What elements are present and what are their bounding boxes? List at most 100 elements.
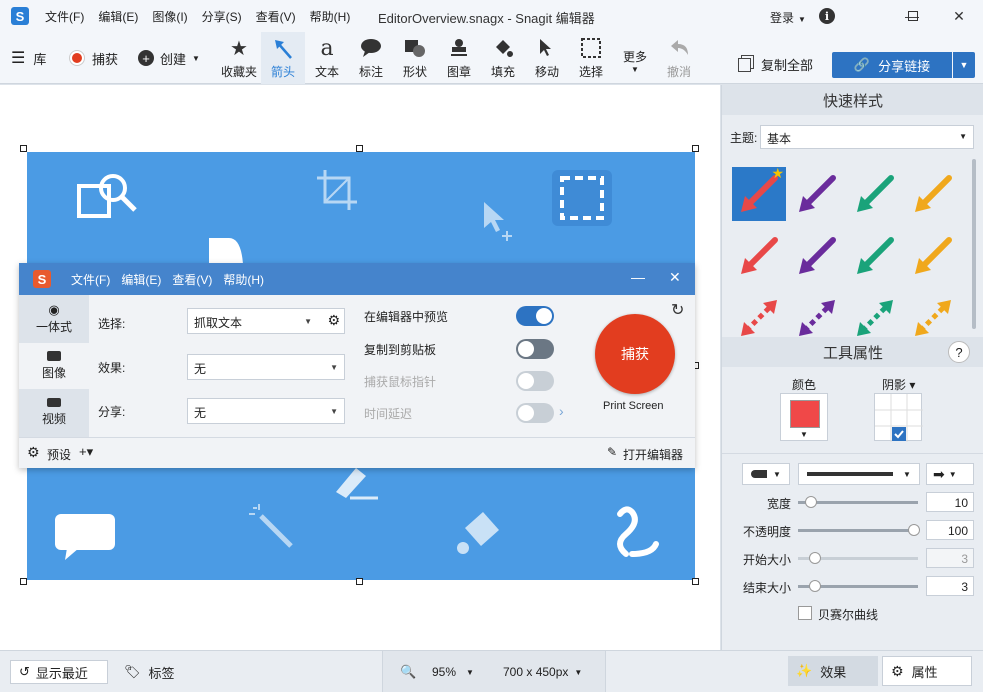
reset-icon[interactable]: ↻ xyxy=(671,300,684,320)
resize-handle[interactable] xyxy=(356,578,363,585)
effects-button[interactable]: ✨ 效果 xyxy=(788,656,878,686)
shadow-picker[interactable] xyxy=(874,393,923,442)
tool-arrow[interactable]: 箭头 xyxy=(261,32,305,84)
title-bar: S 文件(F) 编辑(E) 图像(I) 分享(S) 查看(V) 帮助(H) Ed… xyxy=(0,0,983,32)
resize-handle[interactable] xyxy=(692,145,699,152)
tool-text[interactable]: a 文本 xyxy=(305,32,349,84)
selection-dropdown[interactable]: 抓取文本 ▼ ⚙ xyxy=(187,308,345,334)
fill-icon xyxy=(457,512,499,554)
create-button[interactable]: + 创建 ▼ xyxy=(138,32,200,84)
quick-style-swatch[interactable] xyxy=(790,167,844,221)
quick-style-swatch[interactable] xyxy=(906,167,960,221)
quick-style-swatch[interactable] xyxy=(906,229,960,283)
slider-knob[interactable] xyxy=(804,496,817,508)
resize-handle[interactable] xyxy=(20,145,27,152)
chevron-down-icon: ▼ xyxy=(330,407,338,416)
quick-style-swatch[interactable] xyxy=(848,167,902,221)
capture-button[interactable]: 捕获 xyxy=(595,314,675,394)
arrow-start-dropdown[interactable]: ▼ xyxy=(742,463,790,485)
option-clipboard-label: 复制到剪贴板 xyxy=(364,343,437,357)
tool-favorites[interactable]: ★ 收藏夹 xyxy=(217,32,261,84)
menu-view[interactable]: 查看(V) xyxy=(172,271,212,288)
slider-value-input[interactable]: 3 xyxy=(926,548,974,568)
tool-stamp[interactable]: 图章 xyxy=(437,32,481,84)
share-link-button[interactable]: 🔗 分享链接 xyxy=(832,52,952,78)
slider-value-input[interactable]: 10 xyxy=(926,492,974,512)
scrollbar[interactable] xyxy=(972,159,976,329)
tool-undo[interactable]: 撤消 xyxy=(657,32,701,84)
bezier-checkbox[interactable] xyxy=(798,606,812,620)
zoom-dropdown[interactable]: 95% ▼ xyxy=(432,660,474,684)
menu-edit[interactable]: 编辑(E) xyxy=(121,271,161,288)
open-editor-button[interactable]: 打开编辑器 xyxy=(623,446,683,463)
quick-style-swatch[interactable] xyxy=(732,229,786,283)
presets-button[interactable]: 预设 xyxy=(47,446,71,463)
color-label: 颜色 xyxy=(792,378,817,392)
quick-style-swatch[interactable] xyxy=(790,229,844,283)
theme-label: 主题: xyxy=(730,131,758,145)
size-dropdown[interactable]: 700 x 450px ▼ xyxy=(503,660,582,684)
tool-move[interactable]: 移动 xyxy=(525,32,569,84)
resize-handle[interactable] xyxy=(692,578,699,585)
preview-toggle[interactable] xyxy=(516,306,554,326)
menu-view[interactable]: 查看(V) xyxy=(256,8,296,25)
selection-value: 抓取文本 xyxy=(194,316,243,330)
clipboard-toggle[interactable] xyxy=(516,339,554,359)
properties-button[interactable]: ⚙ 属性 xyxy=(882,656,972,686)
line-style-dropdown[interactable]: ▼ xyxy=(798,463,920,485)
help-icon[interactable]: ? xyxy=(948,341,970,363)
tool-callout[interactable]: 标注 xyxy=(349,32,393,84)
tool-shape[interactable]: 形状 xyxy=(393,32,437,84)
effects-label: 效果: xyxy=(98,361,126,375)
info-icon[interactable]: i xyxy=(819,8,835,24)
slider-label: 结束大小 xyxy=(742,581,791,595)
slider-value-input[interactable]: 100 xyxy=(926,520,974,540)
tab-all-in-one[interactable]: ◉ 一体式 xyxy=(19,295,89,341)
tab-image[interactable]: 图像 xyxy=(19,343,89,389)
tab-video[interactable]: 视频 xyxy=(19,389,89,435)
slider-knob[interactable] xyxy=(809,552,821,564)
edit-icon: ✎ xyxy=(607,445,618,459)
slider-knob[interactable] xyxy=(809,580,821,592)
quick-style-swatch[interactable]: ★ xyxy=(732,165,786,221)
resize-handle[interactable] xyxy=(356,145,363,152)
quick-style-swatch[interactable] xyxy=(848,229,902,283)
slider-track[interactable] xyxy=(798,529,918,532)
login-button[interactable]: 登录 ▼ xyxy=(770,9,806,26)
menu-edit[interactable]: 编辑(E) xyxy=(98,8,138,25)
chevron-right-icon[interactable]: › xyxy=(559,403,564,419)
tags-button[interactable]: 🏷 标签 xyxy=(124,660,175,684)
tool-fill[interactable]: 填充 xyxy=(481,32,525,84)
color-picker[interactable]: ▼ xyxy=(780,393,828,441)
menu-help[interactable]: 帮助(H) xyxy=(310,8,351,25)
close-button[interactable]: ✕ xyxy=(937,0,981,32)
share-dropdown[interactable]: 无 ▼ xyxy=(187,398,345,424)
share-dropdown-button[interactable]: ▼ xyxy=(953,52,975,78)
resize-handle[interactable] xyxy=(20,578,27,585)
arrow-end-dropdown[interactable]: ➡ ▼ xyxy=(926,463,974,485)
slider-label: 开始大小 xyxy=(742,553,791,567)
minimize-button[interactable]: — xyxy=(631,269,645,285)
menu-share[interactable]: 分享(S) xyxy=(202,8,242,25)
delay-toggle[interactable] xyxy=(516,403,554,423)
capture-button[interactable]: 捕获 xyxy=(70,32,118,84)
menu-file[interactable]: 文件(F) xyxy=(45,8,84,25)
search-icon[interactable]: 🔍 xyxy=(400,660,416,684)
menu-image[interactable]: 图像(I) xyxy=(152,8,187,25)
show-recent-button[interactable]: ↺ 显示最近 xyxy=(10,660,108,684)
tool-selection[interactable]: 选择 xyxy=(569,32,613,84)
copy-all-button[interactable]: 复制全部 xyxy=(738,55,813,74)
effects-dropdown[interactable]: 无 ▼ xyxy=(187,354,345,380)
gear-icon[interactable]: ⚙ xyxy=(327,312,340,329)
slider-value-input[interactable]: 3 xyxy=(926,576,974,596)
maximize-button[interactable] xyxy=(891,0,935,32)
tool-more[interactable]: 更多 ▼ xyxy=(613,32,657,84)
cursor-toggle[interactable] xyxy=(516,371,554,391)
add-preset-icon[interactable]: +▾ xyxy=(79,444,93,460)
menu-help[interactable]: 帮助(H) xyxy=(223,271,264,288)
slider-knob[interactable] xyxy=(908,524,920,536)
theme-dropdown[interactable]: 基本 ▼ xyxy=(760,125,974,149)
library-button[interactable]: ☰ 库 xyxy=(11,32,46,84)
close-button[interactable]: ✕ xyxy=(669,269,681,286)
menu-file[interactable]: 文件(F) xyxy=(71,271,110,288)
